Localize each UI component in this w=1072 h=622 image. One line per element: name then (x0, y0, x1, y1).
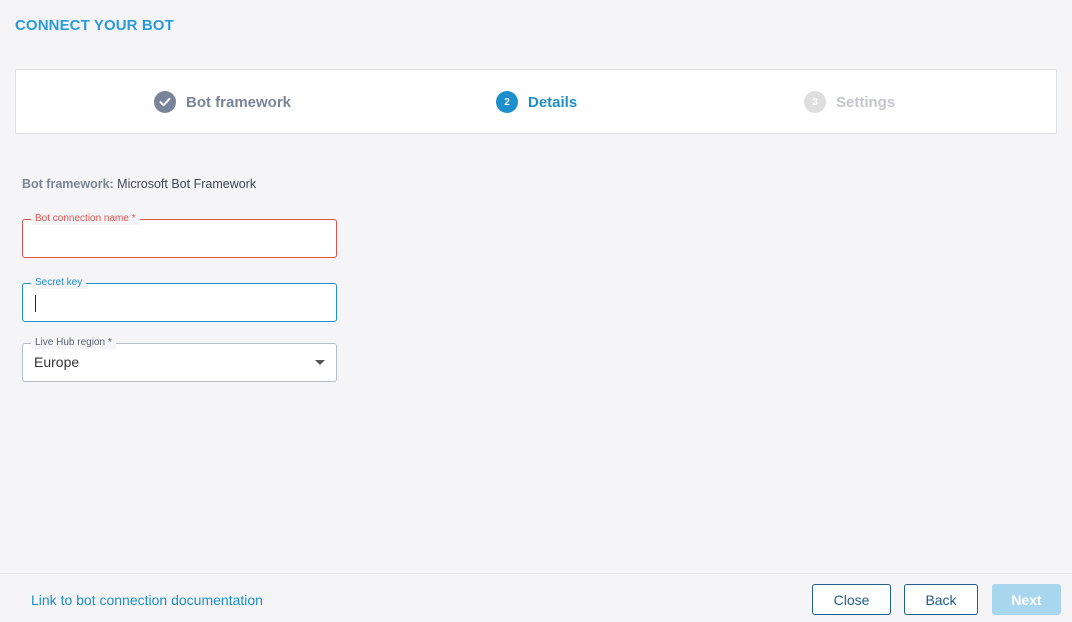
connect-bot-page: CONNECT YOUR BOT Bot framework 2 Details… (0, 0, 1072, 622)
bot-framework-summary: Bot framework: Microsoft Bot Framework (22, 177, 256, 191)
step-bot-framework[interactable]: Bot framework (154, 91, 291, 113)
secret-key-label: Secret key (31, 277, 87, 290)
secret-key-field[interactable]: Secret key (22, 277, 337, 322)
step-details[interactable]: 2 Details (496, 91, 577, 113)
secret-key-input[interactable] (34, 294, 324, 312)
step-label: Bot framework (186, 93, 292, 111)
live-hub-region-value: Europe (34, 354, 80, 370)
bot-framework-label: Bot framework: (22, 177, 114, 191)
checkmark-icon (154, 91, 176, 113)
bot-connection-name-label: Bot connection name * (31, 213, 140, 226)
footer-bar: Link to bot connection documentation Clo… (0, 573, 1072, 622)
step-label: Details (528, 93, 578, 111)
live-hub-region-label: Live Hub region * (31, 337, 116, 350)
next-button[interactable]: Next (992, 584, 1061, 615)
documentation-link[interactable]: Link to bot connection documentation (31, 592, 263, 608)
wizard-stepper: Bot framework 2 Details 3 Settings (15, 69, 1057, 134)
live-hub-region-select[interactable]: Live Hub region * Europe (22, 337, 337, 382)
bot-connection-name-input[interactable] (34, 230, 324, 248)
bot-connection-name-field[interactable]: Bot connection name * (22, 213, 337, 258)
close-button[interactable]: Close (812, 584, 891, 615)
step-settings[interactable]: 3 Settings (804, 91, 895, 113)
back-button[interactable]: Back (904, 584, 978, 615)
bot-framework-value: Microsoft Bot Framework (117, 177, 257, 191)
step-number: 3 (804, 91, 826, 113)
chevron-down-icon[interactable] (315, 360, 325, 365)
page-title: CONNECT YOUR BOT (15, 17, 174, 34)
step-number: 2 (496, 91, 518, 113)
step-label: Settings (836, 93, 896, 111)
